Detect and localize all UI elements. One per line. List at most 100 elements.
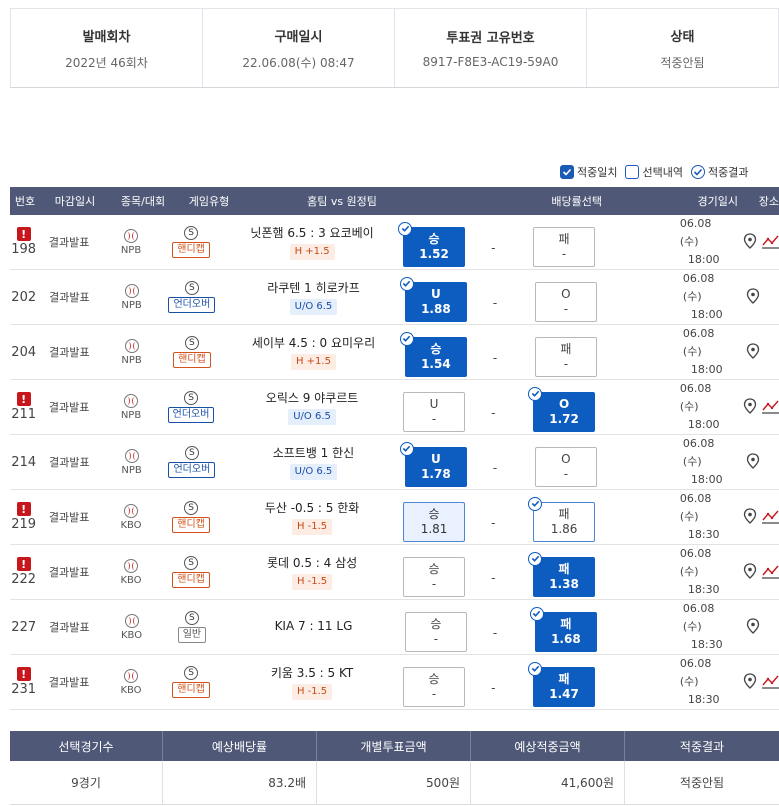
- legend-match[interactable]: 적중일치: [560, 164, 617, 180]
- row-match[interactable]: 두산 -0.5 : 5 한화 H -1.5: [221, 499, 403, 535]
- location-pin-icon[interactable]: [744, 617, 762, 638]
- odds-label: 패: [558, 231, 570, 246]
- odds-value: 1.88: [421, 301, 451, 316]
- odds-draw: -: [491, 240, 496, 255]
- row-game-type: S 일반: [162, 611, 222, 643]
- row-match[interactable]: 롯데 0.5 : 4 삼성 H -1.5: [221, 554, 403, 590]
- location-pin-icon[interactable]: [741, 507, 759, 528]
- odds-button-home[interactable]: U 1.88: [399, 276, 467, 322]
- row-odds: 승 1.54 - 패 -: [399, 325, 681, 380]
- header-deadline: 마감일시: [54, 195, 96, 208]
- location-pin-icon[interactable]: [744, 342, 762, 363]
- game-date: 06.08 (수): [679, 657, 712, 688]
- trend-chart-icon[interactable]: [761, 398, 779, 417]
- odds-button-home[interactable]: 승 -: [403, 666, 466, 707]
- odds-button-home[interactable]: 승 1.54: [399, 331, 467, 377]
- location-pin-icon[interactable]: [744, 287, 762, 308]
- row-match[interactable]: 라쿠텐 1 히로카프 U/O 6.5: [222, 279, 405, 315]
- row-match[interactable]: 닛폰햄 6.5 : 3 요코베이 H +1.5: [221, 224, 403, 260]
- row-status: 결과발표: [48, 236, 90, 249]
- odds-button-away[interactable]: 패 -: [534, 336, 597, 377]
- location-pin-icon[interactable]: [741, 562, 759, 583]
- row-number-cell: ! 211: [10, 392, 37, 422]
- s-icon: S: [184, 226, 199, 240]
- legend-selection[interactable]: 선택내역: [625, 164, 683, 180]
- location-pin-icon[interactable]: [741, 232, 759, 253]
- odds-label: 패: [558, 561, 570, 576]
- odds-button-home[interactable]: 승 1.81: [403, 501, 466, 542]
- footer-result: 적중안됨: [679, 776, 725, 790]
- legend-label: 적중일치: [577, 166, 618, 179]
- match-teams: KIA 7 : 11 LG: [274, 618, 353, 633]
- odds-button-away[interactable]: 패 1.47: [528, 661, 596, 707]
- odds-button-home[interactable]: U 1.78: [399, 441, 467, 487]
- odds-label: 패: [560, 616, 572, 631]
- odds-button-away[interactable]: 패 1.68: [529, 606, 597, 652]
- match-line-chip: U/O 6.5: [289, 299, 338, 315]
- summary-round: 발매회차 2022년 46회차: [11, 9, 203, 87]
- odds-button-home[interactable]: 승 1.52: [398, 221, 466, 267]
- match-teams: 두산 -0.5 : 5 한화: [264, 501, 360, 515]
- row-place: [732, 287, 779, 308]
- footer-header-cell: 선택경기수: [10, 731, 163, 761]
- footer-header-cell: 개별투표금액: [317, 731, 471, 761]
- trend-chart-icon[interactable]: [761, 508, 779, 527]
- header-teams: 홈팀 vs 원정팀: [307, 195, 377, 208]
- trend-chart-icon[interactable]: [761, 673, 779, 692]
- odds-button-away[interactable]: O -: [534, 446, 597, 487]
- location-pin-icon[interactable]: [741, 397, 759, 418]
- row-sport: NPB: [101, 283, 161, 311]
- row-sport: NPB: [101, 228, 161, 256]
- legend-result[interactable]: 적중결과: [690, 164, 748, 180]
- odds-button-home[interactable]: 승 -: [404, 611, 467, 652]
- odds-value: 1.38: [549, 576, 579, 591]
- row-match[interactable]: KIA 7 : 11 LG: [222, 619, 405, 636]
- odds-value: -: [563, 466, 569, 481]
- row-match[interactable]: 키움 3.5 : 5 KT H -1.5: [221, 664, 403, 700]
- row-place: [729, 232, 779, 253]
- game-date: 06.08 (수): [679, 217, 712, 248]
- row-match[interactable]: 오릭스 9 야쿠르트 U/O 6.5: [221, 389, 403, 425]
- game-type-tag: 핸디캡: [173, 352, 211, 368]
- s-icon: S: [184, 556, 199, 570]
- check-icon: [399, 331, 414, 346]
- baseball-icon: [124, 668, 138, 683]
- row-odds: 승 1.52 - 패 -: [398, 215, 678, 270]
- odds-value: -: [563, 356, 569, 371]
- s-icon: S: [184, 281, 199, 295]
- trend-chart-icon[interactable]: [761, 563, 779, 582]
- check-icon: [529, 606, 544, 621]
- odds-button-away[interactable]: O 1.72: [528, 386, 596, 432]
- odds-value: 1.54: [421, 356, 451, 371]
- odds-label: O: [558, 396, 570, 411]
- row-match[interactable]: 소프트뱅 1 한신 U/O 6.5: [222, 444, 405, 480]
- trend-chart-icon[interactable]: [761, 233, 779, 252]
- row-league: NPB: [120, 409, 142, 421]
- row-game-date: 06.08 (수) 18:30: [678, 490, 729, 544]
- odds-button-away[interactable]: 패 1.38: [528, 551, 596, 597]
- game-time: 18:00: [690, 308, 723, 321]
- row-league: KBO: [120, 519, 142, 531]
- odds-button-away[interactable]: 패 1.86: [528, 496, 596, 542]
- odds-draw: -: [492, 350, 498, 365]
- row-status: 결과발표: [48, 676, 90, 689]
- odds-label: 승: [430, 341, 442, 356]
- summary-status: 상태 적중안됨: [587, 9, 778, 87]
- odds-button-away[interactable]: O -: [534, 281, 597, 322]
- summary-value: 22.06.08(수) 08:47: [242, 55, 355, 70]
- odds-button-home[interactable]: 승 -: [403, 556, 466, 597]
- odds-value: 1.86: [550, 521, 578, 536]
- row-game-date: 06.08 (수) 18:00: [681, 325, 732, 379]
- legend-label: 선택내역: [642, 166, 683, 179]
- row-game-type: S 핸디캡: [161, 556, 221, 588]
- odds-button-away[interactable]: 패 -: [533, 226, 596, 267]
- odds-button-home[interactable]: U -: [403, 391, 466, 432]
- row-match[interactable]: 세이부 4.5 : 0 요미우리 H +1.5: [222, 334, 405, 370]
- row-status: 결과발표: [48, 511, 90, 524]
- row-game-date: 06.08 (수) 18:00: [678, 215, 729, 269]
- s-icon: S: [184, 391, 199, 405]
- location-pin-icon[interactable]: [741, 672, 759, 693]
- row-odds: 승 - - 패 1.38: [403, 545, 678, 600]
- footer-header-cell: 예상적중금액: [471, 731, 625, 761]
- location-pin-icon[interactable]: [744, 452, 762, 473]
